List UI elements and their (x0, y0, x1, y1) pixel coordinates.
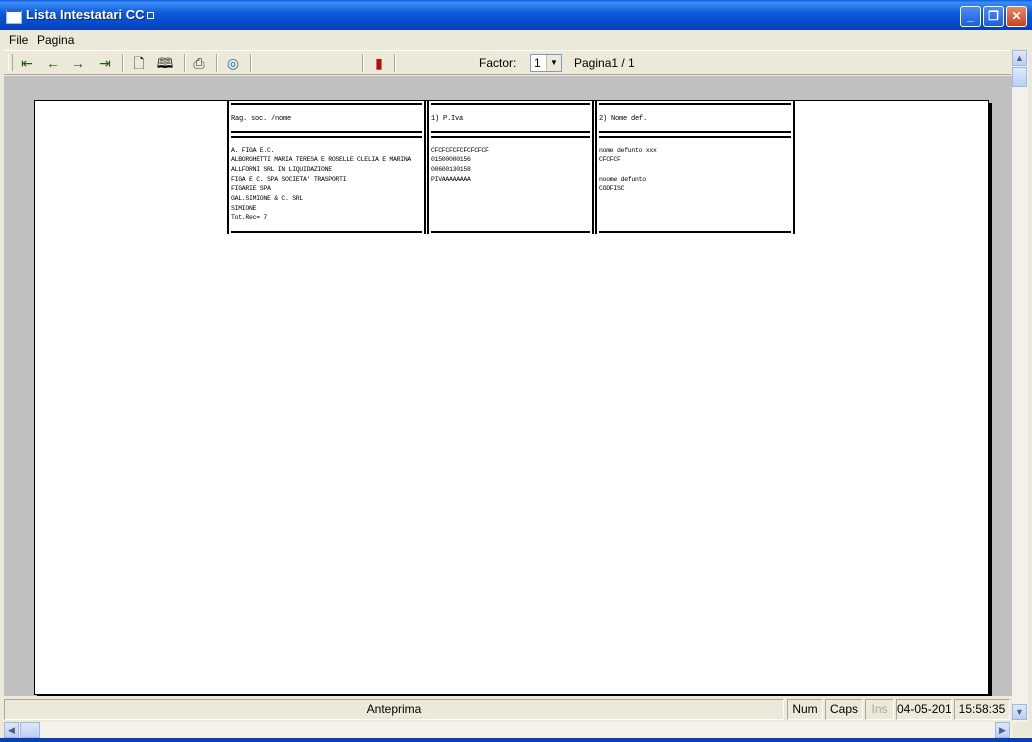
factor-dropdown[interactable]: 1 ▼ (530, 54, 562, 72)
report-page: Rag. soc. /nome A. FIGA E.C. ALBORGHETTI… (34, 100, 989, 695)
report-column-3: 2) Nome def. nome defunto xxx CFCFCF noo… (595, 101, 795, 234)
report-line: noome defunto (599, 176, 646, 183)
status-bar: Anteprima Num Caps Ins 04-05-2016 15:58:… (4, 697, 1012, 722)
single-page-icon[interactable]: 🗋 (130, 55, 148, 71)
toolbar-separator (394, 54, 396, 72)
chevron-right-icon: ▶ (999, 725, 1006, 735)
menu-pagina[interactable]: Pagina (37, 33, 74, 47)
application-window: Lista Intestatari CC _ ❐ ✕ File Pagina ⇤… (0, 0, 1032, 742)
window-title: Lista Intestatari CC (26, 7, 145, 22)
scroll-thumb-horizontal[interactable] (20, 722, 40, 738)
report-line: 00600130158 (431, 166, 471, 173)
minimize-button[interactable]: _ (960, 6, 981, 27)
toolbar-separator (184, 54, 186, 72)
app-window-icon[interactable] (6, 9, 22, 24)
rule (599, 103, 791, 105)
toolbar-separator (362, 54, 364, 72)
rule (231, 231, 422, 233)
rule (599, 231, 791, 233)
chevron-left-icon: ◀ (8, 725, 15, 735)
report-line: CFCFCF (599, 156, 621, 163)
status-num: Num (787, 699, 823, 720)
title-bar[interactable]: Lista Intestatari CC _ ❐ ✕ (0, 0, 1032, 30)
toolbar-grip[interactable] (8, 54, 13, 71)
export-icon[interactable]: ◎ (224, 55, 242, 71)
report-line: A. FIGA E.C. (231, 147, 275, 154)
exit-door-icon[interactable]: ▮ (370, 55, 388, 71)
report-line: CFCFCFCFCFCFCFCF (431, 147, 489, 154)
prev-page-icon[interactable]: ← (44, 55, 62, 71)
rule (431, 136, 590, 138)
restore-button[interactable]: ❐ (983, 6, 1004, 27)
printer-icon[interactable]: ⎙ (190, 55, 208, 71)
report-column-1: Rag. soc. /nome A. FIGA E.C. ALBORGHETTI… (227, 101, 426, 234)
chevron-down-icon: ▼ (1015, 707, 1024, 717)
status-caps: Caps (825, 699, 863, 720)
scroll-down-button[interactable]: ▼ (1012, 704, 1027, 720)
toolbar-separator (216, 54, 218, 72)
report-line: FIGARIE SPA (231, 185, 271, 192)
report-line: SIMIONE (231, 205, 257, 212)
close-icon: ✕ (1011, 9, 1022, 23)
window-bottom-border (0, 738, 1032, 742)
factor-label: Factor: (479, 56, 517, 70)
report-line: GAL.SIMIONE & C. SRL (231, 195, 304, 202)
rule (231, 136, 422, 138)
column-header: Rag. soc. /nome (231, 115, 292, 123)
minimize-icon: _ (967, 9, 974, 23)
toolbar-separator (250, 54, 252, 72)
chevron-down-icon[interactable]: ▼ (546, 55, 561, 71)
column-header: 1) P.Iva (431, 115, 464, 123)
report-line: nome defunto xxx (599, 147, 657, 154)
preview-area[interactable]: Rag. soc. /nome A. FIGA E.C. ALBORGHETTI… (4, 76, 1012, 696)
restore-icon: ❐ (988, 9, 999, 23)
two-pages-icon[interactable]: 🕮 (156, 55, 174, 71)
report-line: CODFISC (599, 185, 625, 192)
scroll-thumb[interactable] (1012, 67, 1027, 87)
chevron-up-icon: ▲ (1015, 53, 1024, 63)
toolbar: ⇤ ← → ⇥ 🗋 🕮 ⎙ ◎ ▮ Factor: 1 ▼ Pagina1 / … (4, 50, 1011, 75)
status-date: 04-05-2016 (896, 699, 952, 720)
horizontal-scrollbar[interactable]: ◀ ▶ (4, 722, 1012, 738)
next-page-icon[interactable]: → (69, 55, 87, 71)
last-page-icon[interactable]: ⇥ (96, 55, 114, 71)
toolbar-separator (122, 54, 124, 72)
report-line: Tot.Rec= 7 (231, 214, 268, 221)
scroll-up-button[interactable]: ▲ (1012, 50, 1027, 66)
report-column-2: 1) P.Iva CFCFCFCFCFCFCFCF 01500000156 00… (427, 101, 594, 234)
column-header: 2) Nome def. (599, 115, 648, 123)
status-main: Anteprima (4, 699, 784, 720)
rule (431, 231, 590, 233)
close-button[interactable]: ✕ (1006, 6, 1027, 27)
report-line: 01500000156 (431, 156, 471, 163)
rule (431, 131, 590, 133)
rule (231, 131, 422, 133)
status-time: 15:58:35 (954, 699, 1010, 720)
report-line: ALBORGHETTI MARIA TERESA E ROSELLE CLELI… (231, 156, 412, 163)
status-ins: Ins (865, 699, 894, 720)
first-page-icon[interactable]: ⇤ (18, 55, 36, 71)
report-line: FIGA E C. SPA SOCIETA' TRASPORTI (231, 176, 347, 183)
rule (431, 103, 590, 105)
menu-bar: File Pagina (0, 30, 1012, 50)
title-small-square-icon (147, 12, 154, 19)
report-line: ALLFORNI SRL IN LIQUIDAZIONE (231, 166, 332, 173)
vertical-scrollbar[interactable]: ▲ ▼ (1012, 50, 1028, 722)
factor-value: 1 (534, 56, 541, 70)
rule (599, 136, 791, 138)
scroll-left-button[interactable]: ◀ (4, 722, 19, 738)
page-indicator: Pagina1 / 1 (574, 56, 635, 70)
menu-file[interactable]: File (9, 33, 28, 47)
report-line: PIVAAAAAAAA (431, 176, 471, 183)
rule (599, 131, 791, 133)
scroll-right-button[interactable]: ▶ (995, 722, 1010, 738)
rule (231, 103, 422, 105)
